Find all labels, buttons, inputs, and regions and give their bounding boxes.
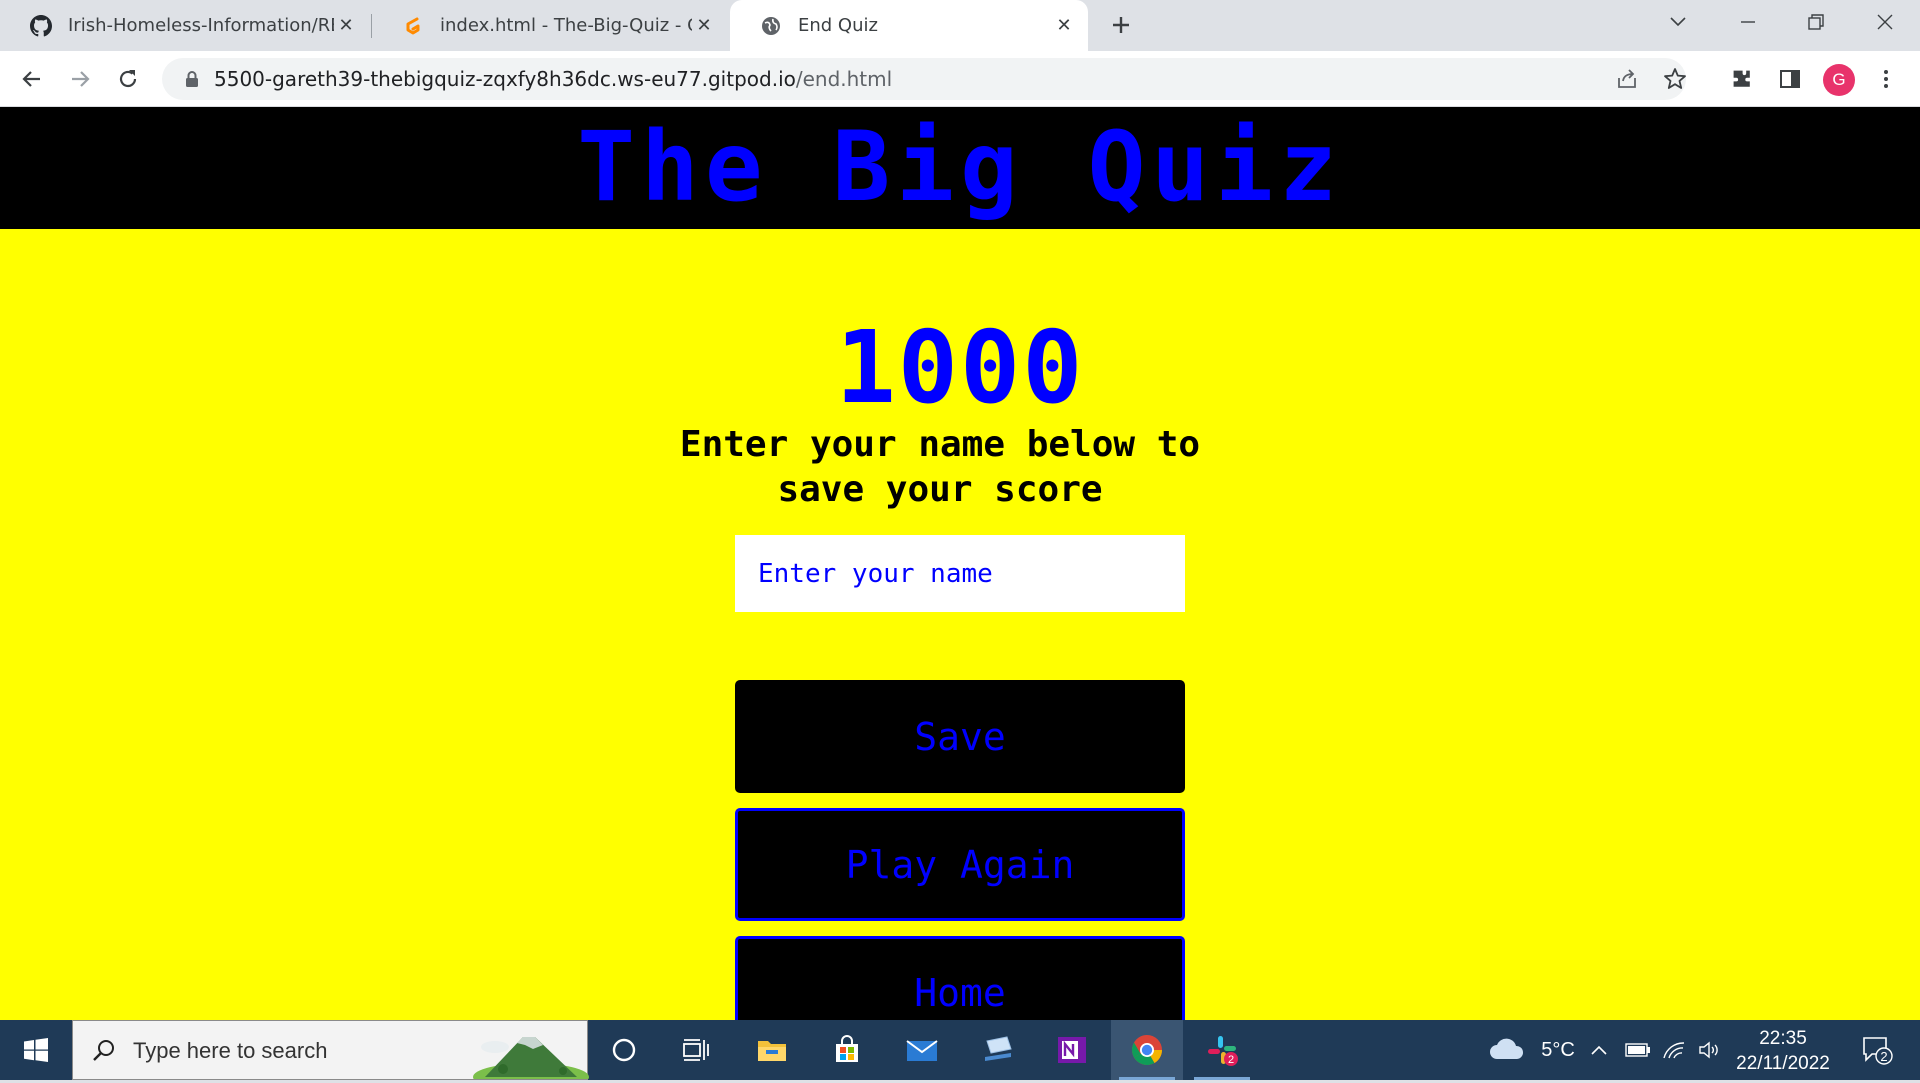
- url-path: /end.html: [795, 67, 893, 91]
- minimize-icon[interactable]: [1720, 0, 1776, 44]
- profile-avatar[interactable]: G: [1823, 64, 1855, 96]
- mail-icon[interactable]: [886, 1020, 958, 1080]
- weather-widget[interactable]: 5°C: [1466, 1020, 1596, 1080]
- side-panel-icon[interactable]: [1774, 63, 1806, 95]
- microsoft-store-icon[interactable]: [811, 1020, 883, 1080]
- slack-badge: 2: [1228, 1054, 1234, 1066]
- clock-time: 22:35: [1759, 1028, 1807, 1049]
- play-again-button[interactable]: Play Again: [735, 808, 1185, 921]
- slack-icon[interactable]: 2: [1186, 1020, 1258, 1080]
- task-view-icon[interactable]: [660, 1020, 732, 1080]
- tab-title: End Quiz: [798, 15, 878, 36]
- tab-github[interactable]: Irish-Homeless-Information/REAI ✕: [0, 0, 370, 51]
- notification-center-icon[interactable]: 2: [1852, 1020, 1902, 1080]
- close-icon[interactable]: ✕: [334, 14, 358, 38]
- taskbar: Type here to search 2 5°C 22:35 22/11/20…: [0, 1020, 1920, 1083]
- extensions-icon[interactable]: [1726, 63, 1758, 95]
- search-highlight-icon: [473, 1025, 589, 1083]
- forward-icon[interactable]: [64, 63, 96, 95]
- bookmark-star-icon[interactable]: [1662, 66, 1688, 92]
- chevron-up-icon[interactable]: [1586, 1020, 1612, 1080]
- onenote-icon[interactable]: [1036, 1020, 1108, 1080]
- url-host: 5500-gareth39-thebigquiz-zqxfy8h36dc.ws-…: [214, 67, 796, 91]
- battery-icon[interactable]: [1620, 1020, 1656, 1080]
- close-icon[interactable]: ✕: [692, 14, 716, 38]
- globe-icon: [760, 15, 782, 37]
- tab-search-icon[interactable]: [1650, 0, 1706, 44]
- reload-icon[interactable]: [112, 63, 144, 95]
- start-button[interactable]: [0, 1020, 72, 1080]
- restore-icon[interactable]: [1788, 0, 1844, 44]
- search-placeholder: Type here to search: [133, 1038, 328, 1063]
- new-tab-button[interactable]: [1106, 10, 1136, 40]
- cloud-icon: [1490, 1038, 1524, 1059]
- taskbar-search[interactable]: Type here to search: [72, 1020, 589, 1083]
- lock-icon: [182, 69, 202, 89]
- home-button[interactable]: Home: [735, 936, 1185, 1020]
- username-input[interactable]: [735, 535, 1185, 612]
- cortana-icon[interactable]: [588, 1020, 660, 1080]
- window-close-icon[interactable]: [1857, 0, 1913, 44]
- back-icon[interactable]: [16, 63, 48, 95]
- address-bar[interactable]: 5500-gareth39-thebigquiz-zqxfy8h36dc.ws-…: [162, 58, 1686, 100]
- search-icon: [91, 1038, 117, 1064]
- final-score: 1000: [835, 309, 1085, 426]
- file-explorer-icon[interactable]: [736, 1020, 808, 1080]
- save-button[interactable]: Save: [735, 680, 1185, 793]
- more-menu-icon[interactable]: [1870, 63, 1902, 95]
- page-viewport: The Big Quiz 1000 Enter your name below …: [0, 107, 1920, 1020]
- temperature: 5°C: [1541, 1038, 1575, 1061]
- wifi-icon[interactable]: [1656, 1020, 1692, 1080]
- chrome-icon[interactable]: [1111, 1020, 1183, 1080]
- browser-toolbar: 5500-gareth39-thebigquiz-zqxfy8h36dc.ws-…: [0, 51, 1920, 107]
- network-app-icon[interactable]: [962, 1020, 1034, 1080]
- site-title: The Big Quiz: [577, 111, 1343, 223]
- url-text: 5500-gareth39-thebigquiz-zqxfy8h36dc.ws-…: [214, 67, 892, 91]
- gitpod-icon: [402, 15, 424, 37]
- clock[interactable]: 22:35 22/11/2022: [1718, 1026, 1848, 1076]
- site-header: The Big Quiz: [0, 107, 1920, 229]
- windows-icon: [24, 1038, 48, 1062]
- close-icon[interactable]: ✕: [1052, 14, 1076, 38]
- tab-title: Irish-Homeless-Information/REAI: [68, 15, 334, 36]
- save-score-prompt: Enter your name below to save your score: [679, 424, 1201, 510]
- share-icon[interactable]: [1614, 66, 1640, 92]
- notification-count: 2: [1880, 1049, 1887, 1064]
- tab-title: index.html - The-Big-Quiz - Gitpo: [440, 15, 692, 36]
- tab-gitpod[interactable]: index.html - The-Big-Quiz - Gitpo ✕: [372, 0, 728, 51]
- clock-date: 22/11/2022: [1736, 1053, 1830, 1074]
- github-icon: [30, 14, 52, 37]
- tab-strip: Irish-Homeless-Information/REAI ✕ index.…: [0, 0, 1920, 51]
- tab-end-quiz[interactable]: End Quiz ✕: [730, 0, 1088, 51]
